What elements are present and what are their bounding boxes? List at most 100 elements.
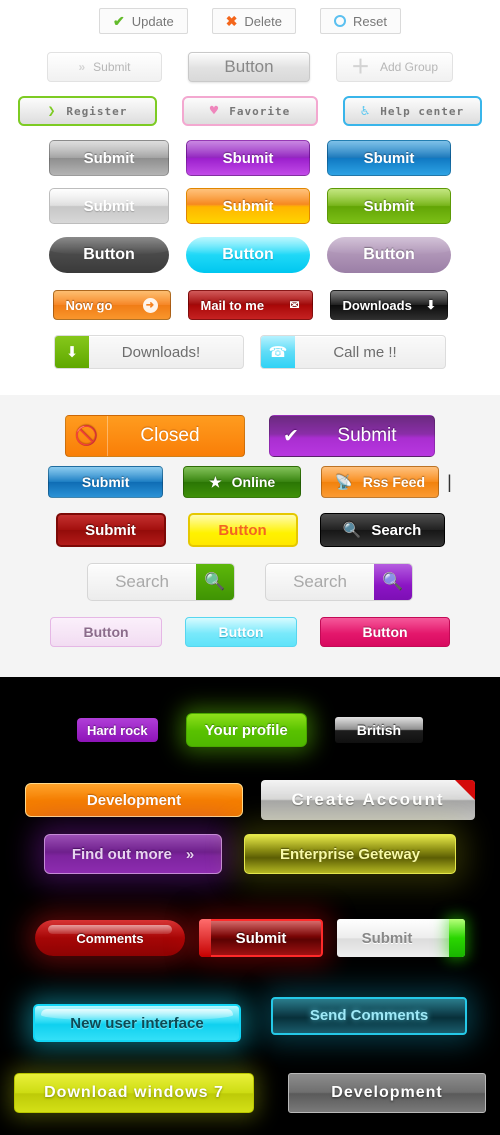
submit-silver-label: Submit: [83, 197, 135, 215]
closed-label: Closed: [140, 425, 200, 446]
button-dark-pill-label: Button: [83, 246, 135, 263]
down-arrow-icon: ⬇: [425, 298, 436, 312]
update-button-label: Update: [131, 13, 174, 29]
delete-button-label: Delete: [244, 13, 282, 29]
hard-rock-button[interactable]: Hard rock: [76, 718, 158, 742]
search-submit-purple-button[interactable]: 🔍: [374, 564, 412, 600]
submit-purple-big-button[interactable]: ✔ Submit: [269, 415, 435, 457]
double-chevron-icon: »: [185, 845, 195, 863]
development-orange-button[interactable]: Development: [25, 783, 243, 817]
button-yellow-label: Button: [218, 521, 267, 539]
search-box-purple[interactable]: Search 🔍: [265, 563, 413, 601]
download-windows-7-button[interactable]: Download windows 7: [14, 1073, 254, 1113]
add-group-button[interactable]: ＋ Add Group: [336, 52, 453, 82]
button-yellow-button[interactable]: Button: [187, 513, 298, 547]
submit-blue-button[interactable]: Sbumit: [327, 140, 451, 176]
submit-blue-md-button[interactable]: Submit: [48, 466, 164, 498]
downloads-button[interactable]: Downloads ⬇: [329, 290, 448, 320]
search-black-button[interactable]: 🔍 Search: [319, 513, 445, 547]
button-pale-pink[interactable]: Button: [50, 617, 162, 647]
find-out-more-button[interactable]: Find out more »: [44, 834, 222, 874]
submit-red-button[interactable]: Submit: [55, 513, 166, 547]
button-cyan-pill-label: Button: [222, 246, 274, 263]
online-button[interactable]: ★ Online: [183, 466, 302, 498]
submit-red-label: Submit: [85, 521, 136, 539]
help-center-button[interactable]: ♿ Help center: [343, 96, 482, 126]
development-gray-button[interactable]: Development: [288, 1073, 486, 1113]
update-button[interactable]: ✔ Update: [99, 8, 188, 34]
submit-red-glow-button[interactable]: Submit: [199, 919, 323, 957]
button-magenta-lite[interactable]: Button: [320, 617, 450, 647]
light-row-6: Button Button Button: [0, 237, 500, 273]
button-dark-pill[interactable]: Button: [49, 237, 169, 273]
mail-to-me-button[interactable]: Mail to me ✉: [187, 290, 313, 320]
search-input-purple[interactable]: Search: [266, 564, 374, 600]
submit-gray-button[interactable]: Submit: [49, 140, 169, 176]
button-cyan-pill[interactable]: Button: [186, 237, 310, 273]
submit-silver-button[interactable]: Submit: [49, 188, 169, 224]
help-center-label: Help center: [380, 104, 465, 118]
submit-orange-label: Submit: [222, 197, 274, 215]
delete-button[interactable]: ✖ Delete: [211, 8, 296, 34]
new-user-interface-button[interactable]: New user interface: [33, 1004, 241, 1042]
search-submit-green-button[interactable]: 🔍: [196, 564, 234, 600]
closed-button[interactable]: 🚫 Closed: [65, 415, 245, 457]
button-mauve-pill[interactable]: Button: [327, 237, 451, 273]
your-profile-button[interactable]: Your profile: [185, 713, 307, 747]
submit-soft-button[interactable]: » Submit: [47, 52, 162, 82]
magnifier-icon: 🔍: [342, 522, 362, 539]
comments-label: Comments: [76, 930, 144, 946]
favorite-label: Favorite: [229, 104, 291, 118]
question-icon: ♿: [360, 103, 371, 119]
button-mauve-pill-label: Button: [363, 246, 415, 263]
submit-green-button[interactable]: Submit: [327, 188, 451, 224]
british-label: British: [356, 722, 402, 738]
submit-purple-label: Sbumit: [222, 149, 274, 167]
submit-white-label: Submit: [361, 929, 413, 947]
button-cyan-lite-label: Button: [218, 624, 264, 640]
create-account-button[interactable]: Create Account: [261, 780, 475, 820]
british-button[interactable]: British: [334, 717, 424, 743]
comments-button[interactable]: Comments: [35, 920, 185, 956]
star-icon: ★: [209, 473, 222, 490]
register-button[interactable]: ❯ Register: [18, 96, 157, 126]
button-cyan-lite[interactable]: Button: [185, 617, 297, 647]
light-section: ✔ Update ✖ Delete Reset » Submit Button …: [0, 0, 500, 395]
search-box-green[interactable]: Search 🔍: [87, 563, 235, 601]
gray-row-1: 🚫 Closed ✔ Submit: [0, 415, 500, 457]
corner-ribbon-icon: [455, 780, 475, 800]
submit-purple-button[interactable]: Sbumit: [186, 140, 310, 176]
reset-button[interactable]: Reset: [320, 8, 401, 34]
cross-icon: ✖: [225, 13, 238, 29]
telephone-icon: ☎: [261, 336, 295, 368]
search-black-label: Search: [371, 521, 422, 539]
submit-orange-button[interactable]: Submit: [186, 188, 310, 224]
download-windows-7-label: Download windows 7: [44, 1084, 224, 1101]
search-input-green[interactable]: Search: [88, 564, 196, 600]
chevron-right-icon: ❯: [47, 103, 57, 119]
light-row-3: ❯ Register ♥ Favorite ♿ Help center: [0, 96, 500, 126]
submit-purple-big-label: Submit: [337, 425, 397, 446]
submit-blue-md-label: Submit: [81, 474, 130, 490]
favorite-button[interactable]: ♥ Favorite: [182, 96, 318, 126]
submit-white-button[interactable]: Submit: [337, 919, 465, 957]
hard-rock-label: Hard rock: [86, 722, 148, 738]
rss-feed-button[interactable]: 📡 Rss Feed: [321, 466, 440, 498]
send-comments-button[interactable]: Send Comments: [271, 996, 467, 1035]
check-icon: ✔: [283, 425, 299, 447]
button-pale-pink-label: Button: [83, 624, 129, 640]
now-go-label: Now go: [65, 297, 113, 313]
downloads-split-button[interactable]: ⬇ Downloads!: [54, 335, 244, 369]
enterprise-geteway-button[interactable]: Enterprise Geteway: [244, 834, 456, 874]
rss-icon: 📡: [335, 473, 353, 490]
call-me-split-button[interactable]: ☎ Call me !!: [260, 335, 446, 369]
button-magenta-lite-label: Button: [362, 624, 408, 640]
gray-row-5: Button Button Button: [0, 617, 500, 647]
now-go-button[interactable]: Now go ➜: [52, 290, 171, 320]
dark-row-5: New user interface Send Comments: [0, 996, 500, 1042]
heart-icon: ♥: [209, 103, 220, 119]
gray-section: 🚫 Closed ✔ Submit Submit ★ Online 📡 Rss …: [0, 395, 500, 677]
button-strong-button[interactable]: Button: [188, 52, 310, 82]
light-row-2: » Submit Button ＋ Add Group: [0, 52, 500, 82]
create-account-label: Create Account: [291, 790, 445, 809]
